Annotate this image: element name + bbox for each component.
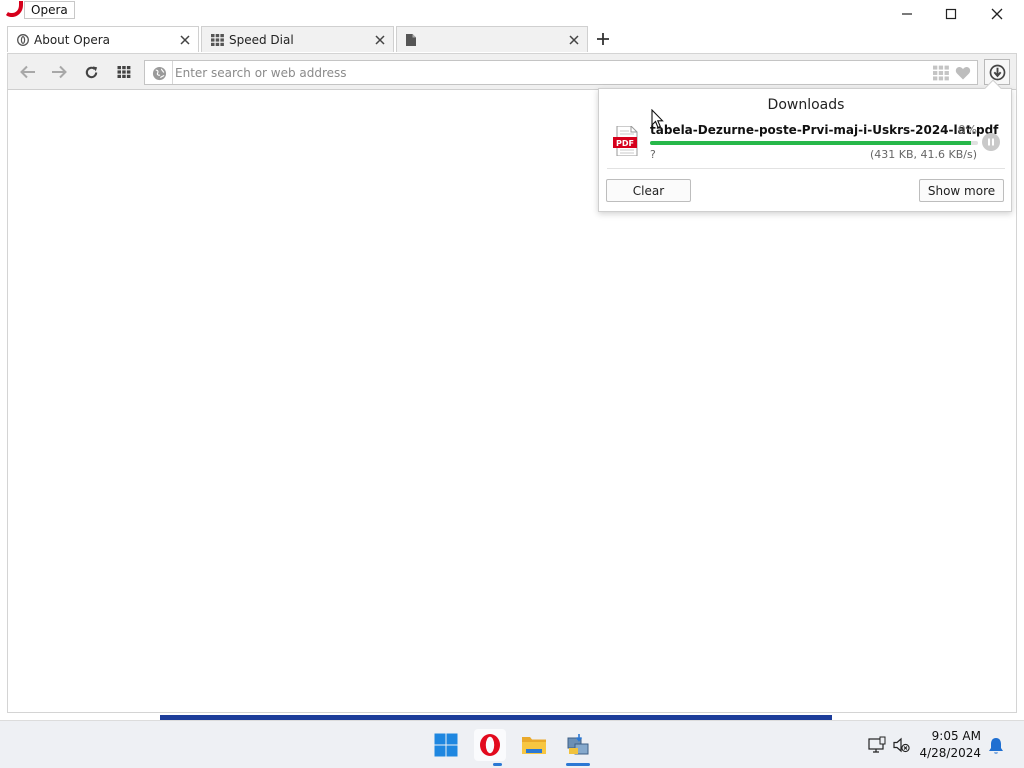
heart-icon[interactable]	[955, 65, 971, 81]
tab-speed-dial[interactable]: Speed Dial	[201, 26, 394, 52]
download-icon	[989, 64, 1005, 80]
close-icon	[991, 8, 1003, 20]
minimize-button[interactable]	[896, 4, 918, 24]
speed-dial-icon	[211, 33, 224, 46]
download-status: ?	[650, 148, 656, 161]
popup-separator	[607, 168, 1005, 169]
running-indicator	[566, 763, 590, 766]
back-arrow-icon	[20, 65, 35, 79]
add-to-speed-dial-icon[interactable]	[933, 65, 949, 81]
globe-icon	[152, 66, 166, 80]
pdf-file-icon: PDF	[613, 126, 638, 156]
forward-button[interactable]	[49, 62, 69, 82]
show-more-button[interactable]: Show more	[919, 179, 1004, 202]
speed-dial-icon	[117, 66, 131, 78]
opera-icon	[480, 734, 500, 756]
new-tab-button[interactable]	[594, 30, 612, 48]
tab-blank-page[interactable]	[396, 26, 588, 52]
download-percent: 0%	[957, 123, 977, 137]
reload-button[interactable]	[81, 62, 101, 82]
download-filename[interactable]: tabela-Dezurne-poste-Prvi-maj-i-Uskrs-20…	[650, 123, 998, 137]
address-divider	[172, 61, 173, 84]
opera-icon	[17, 33, 29, 46]
downloads-popup: Downloads PDF tabela-Dezurne-poste-Prvi-…	[598, 79, 1012, 212]
tab-strip: About Opera Speed Dial	[0, 26, 1024, 53]
maximize-button[interactable]	[940, 4, 962, 24]
navigation-toolbar	[7, 53, 1017, 90]
windows-start-icon	[434, 733, 458, 757]
tab-label: Speed Dial	[229, 32, 294, 47]
opera-logo-icon	[6, 1, 23, 17]
address-bar	[144, 60, 978, 85]
pdf-label: PDF	[616, 139, 634, 148]
tab-close-button[interactable]	[178, 33, 192, 47]
download-progress-bar	[650, 141, 978, 145]
taskbar-network-transfer[interactable]	[562, 729, 594, 766]
clear-button[interactable]: Clear	[606, 179, 691, 202]
network-transfer-icon	[567, 734, 589, 755]
taskbar: 9:05 AM 4/28/2024	[0, 720, 1024, 768]
close-icon	[180, 35, 190, 45]
close-window-button[interactable]	[986, 4, 1008, 24]
title-bar: Opera	[0, 0, 1024, 28]
maximize-icon	[945, 8, 957, 20]
speed-dial-button[interactable]	[114, 62, 134, 82]
notification-bell-icon[interactable]	[988, 737, 1004, 755]
taskbar-opera[interactable]	[474, 729, 506, 766]
start-button[interactable]	[430, 729, 462, 761]
address-input[interactable]	[175, 63, 915, 82]
download-size-speed: (431 KB, 41.6 KB/s)	[869, 148, 977, 161]
tab-label: About Opera	[34, 32, 111, 47]
volume-muted-icon[interactable]	[892, 736, 910, 754]
download-progress-fill	[650, 141, 972, 145]
site-info-button[interactable]	[150, 64, 168, 82]
tab-close-button[interactable]	[373, 33, 387, 47]
taskbar-file-explorer[interactable]	[518, 729, 550, 761]
close-icon	[375, 35, 385, 45]
window-title: Opera	[24, 1, 75, 19]
reload-icon	[85, 65, 97, 78]
tab-about-opera[interactable]: About Opera	[7, 26, 199, 52]
downloads-button[interactable]	[984, 59, 1010, 85]
clock-time[interactable]: 9:05 AM	[932, 729, 981, 743]
clock-date[interactable]: 4/28/2024	[919, 746, 981, 760]
network-display-icon[interactable]	[868, 736, 886, 754]
mouse-cursor-icon	[651, 109, 664, 129]
pause-download-button[interactable]	[982, 133, 1000, 151]
plus-icon	[597, 33, 609, 45]
back-button[interactable]	[18, 62, 38, 82]
running-indicator	[493, 763, 502, 766]
file-explorer-icon	[522, 737, 546, 754]
page-icon	[406, 33, 416, 46]
forward-arrow-icon	[52, 65, 67, 79]
minimize-icon	[902, 13, 912, 15]
pause-icon	[988, 138, 994, 146]
close-icon	[569, 35, 579, 45]
tab-close-button[interactable]	[567, 33, 581, 47]
